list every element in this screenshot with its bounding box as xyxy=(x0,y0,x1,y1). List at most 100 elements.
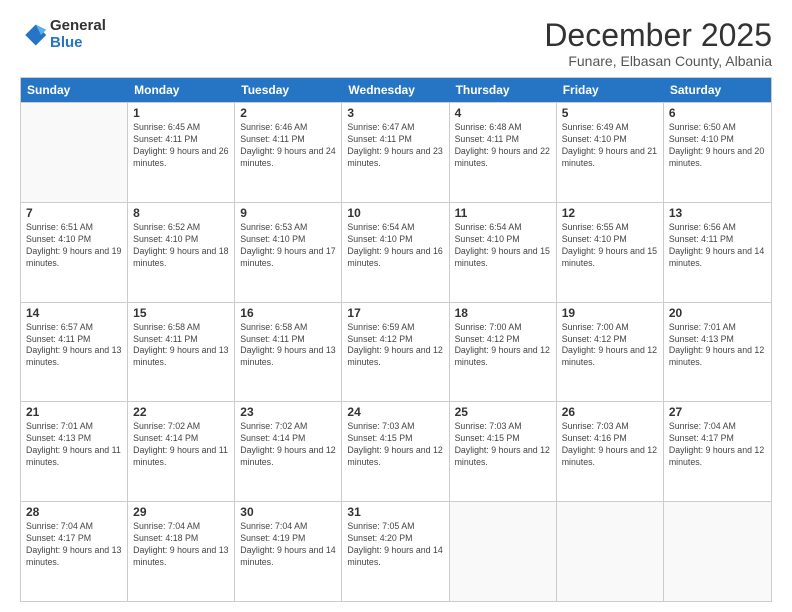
cal-cell-3-1: 22 Sunrise: 7:02 AM Sunset: 4:14 PM Dayli… xyxy=(128,402,235,501)
header-wednesday: Wednesday xyxy=(342,78,449,102)
day-info: Sunrise: 6:55 AM Sunset: 4:10 PM Dayligh… xyxy=(562,222,658,270)
week-row-1: 1Sunrise: 6:45 AM Sunset: 4:11 PM Daylig… xyxy=(21,102,771,202)
cal-cell-3-0: 21 Sunrise: 7:01 AM Sunset: 4:13 PM Dayli… xyxy=(21,402,128,501)
day-number: 27 xyxy=(669,405,766,419)
cal-cell-0-4: 4 Sunrise: 6:48 AM Sunset: 4:11 PM Daylig… xyxy=(450,103,557,202)
day-info: Sunrise: 6:51 AM Sunset: 4:10 PM Dayligh… xyxy=(26,222,122,270)
day-info: Sunrise: 7:04 AM Sunset: 4:18 PM Dayligh… xyxy=(133,521,229,569)
day-info: Sunrise: 7:05 AM Sunset: 4:20 PM Dayligh… xyxy=(347,521,443,569)
cal-cell-2-2: 16Sunrise: 6:58 AM Sunset: 4:11 PM Dayli… xyxy=(235,303,342,402)
cal-cell-0-0 xyxy=(21,103,128,202)
week-row-4: 21 Sunrise: 7:01 AM Sunset: 4:13 PM Dayli… xyxy=(21,401,771,501)
logo-blue-label: Blue xyxy=(50,35,106,52)
day-info: Sunrise: 7:03 AM Sunset: 4:16 PM Dayligh… xyxy=(562,421,658,469)
day-number: 14 xyxy=(26,306,122,320)
day-info: Sunrise: 6:48 AM Sunset: 4:11 PM Dayligh… xyxy=(455,122,551,170)
day-number: 12 xyxy=(562,206,658,220)
calendar-body: 1Sunrise: 6:45 AM Sunset: 4:11 PM Daylig… xyxy=(21,102,771,601)
day-info: Sunrise: 7:04 AM Sunset: 4:17 PM Dayligh… xyxy=(26,521,122,569)
cal-cell-4-4 xyxy=(450,502,557,601)
header: General Blue December 2025 Funare, Elbas… xyxy=(20,18,772,69)
day-number: 30 xyxy=(240,505,336,519)
day-number: 17 xyxy=(347,306,443,320)
day-number: 9 xyxy=(240,206,336,220)
week-row-5: 28 Sunrise: 7:04 AM Sunset: 4:17 PM Dayli… xyxy=(21,501,771,601)
subtitle: Funare, Elbasan County, Albania xyxy=(544,53,772,69)
day-number: 25 xyxy=(455,405,551,419)
header-thursday: Thursday xyxy=(450,78,557,102)
logo-text: General Blue xyxy=(50,18,106,51)
day-number: 23 xyxy=(240,405,336,419)
day-info: Sunrise: 6:58 AM Sunset: 4:11 PM Dayligh… xyxy=(133,322,229,370)
cal-cell-0-5: 5 Sunrise: 6:49 AM Sunset: 4:10 PM Daylig… xyxy=(557,103,664,202)
day-info: Sunrise: 6:50 AM Sunset: 4:10 PM Dayligh… xyxy=(669,122,766,170)
day-info: Sunrise: 6:54 AM Sunset: 4:10 PM Dayligh… xyxy=(455,222,551,270)
day-info: Sunrise: 7:04 AM Sunset: 4:19 PM Dayligh… xyxy=(240,521,336,569)
day-info: Sunrise: 6:49 AM Sunset: 4:10 PM Dayligh… xyxy=(562,122,658,170)
cal-cell-2-0: 14 Sunrise: 6:57 AM Sunset: 4:11 PM Dayli… xyxy=(21,303,128,402)
cal-cell-2-3: 17 Sunrise: 6:59 AM Sunset: 4:12 PM Dayli… xyxy=(342,303,449,402)
day-info: Sunrise: 7:01 AM Sunset: 4:13 PM Dayligh… xyxy=(26,421,122,469)
day-info: Sunrise: 7:01 AM Sunset: 4:13 PM Dayligh… xyxy=(669,322,766,370)
cal-cell-1-6: 13 Sunrise: 6:56 AM Sunset: 4:11 PM Dayli… xyxy=(664,203,771,302)
day-number: 16 xyxy=(240,306,336,320)
day-number: 2 xyxy=(240,106,336,120)
day-number: 31 xyxy=(347,505,443,519)
day-number: 26 xyxy=(562,405,658,419)
day-info: Sunrise: 6:57 AM Sunset: 4:11 PM Dayligh… xyxy=(26,322,122,370)
day-number: 29 xyxy=(133,505,229,519)
logo: General Blue xyxy=(20,18,106,51)
logo-general-label: General xyxy=(50,18,106,35)
day-info: Sunrise: 6:45 AM Sunset: 4:11 PM Dayligh… xyxy=(133,122,229,170)
day-number: 3 xyxy=(347,106,443,120)
header-friday: Friday xyxy=(557,78,664,102)
logo-icon xyxy=(20,21,48,49)
day-info: Sunrise: 7:04 AM Sunset: 4:17 PM Dayligh… xyxy=(669,421,766,469)
day-number: 21 xyxy=(26,405,122,419)
day-number: 8 xyxy=(133,206,229,220)
day-number: 5 xyxy=(562,106,658,120)
title-block: December 2025 Funare, Elbasan County, Al… xyxy=(544,18,772,69)
cal-cell-2-6: 20Sunrise: 7:01 AM Sunset: 4:13 PM Dayli… xyxy=(664,303,771,402)
cal-cell-4-6 xyxy=(664,502,771,601)
cal-cell-0-2: 2 Sunrise: 6:46 AM Sunset: 4:11 PM Daylig… xyxy=(235,103,342,202)
cal-cell-3-4: 25 Sunrise: 7:03 AM Sunset: 4:15 PM Dayli… xyxy=(450,402,557,501)
cal-cell-1-5: 12 Sunrise: 6:55 AM Sunset: 4:10 PM Dayli… xyxy=(557,203,664,302)
header-sunday: Sunday xyxy=(21,78,128,102)
day-number: 24 xyxy=(347,405,443,419)
day-info: Sunrise: 6:59 AM Sunset: 4:12 PM Dayligh… xyxy=(347,322,443,370)
day-number: 28 xyxy=(26,505,122,519)
day-info: Sunrise: 7:02 AM Sunset: 4:14 PM Dayligh… xyxy=(133,421,229,469)
month-title: December 2025 xyxy=(544,18,772,53)
day-number: 4 xyxy=(455,106,551,120)
cal-cell-2-4: 18Sunrise: 7:00 AM Sunset: 4:12 PM Dayli… xyxy=(450,303,557,402)
day-info: Sunrise: 6:56 AM Sunset: 4:11 PM Dayligh… xyxy=(669,222,766,270)
page: General Blue December 2025 Funare, Elbas… xyxy=(0,0,792,612)
day-number: 19 xyxy=(562,306,658,320)
day-number: 7 xyxy=(26,206,122,220)
cal-cell-1-3: 10Sunrise: 6:54 AM Sunset: 4:10 PM Dayli… xyxy=(342,203,449,302)
day-info: Sunrise: 7:03 AM Sunset: 4:15 PM Dayligh… xyxy=(347,421,443,469)
day-number: 13 xyxy=(669,206,766,220)
cal-cell-3-3: 24 Sunrise: 7:03 AM Sunset: 4:15 PM Dayli… xyxy=(342,402,449,501)
day-info: Sunrise: 7:00 AM Sunset: 4:12 PM Dayligh… xyxy=(562,322,658,370)
cal-cell-3-5: 26 Sunrise: 7:03 AM Sunset: 4:16 PM Dayli… xyxy=(557,402,664,501)
week-row-2: 7 Sunrise: 6:51 AM Sunset: 4:10 PM Daylig… xyxy=(21,202,771,302)
cal-cell-4-0: 28 Sunrise: 7:04 AM Sunset: 4:17 PM Dayli… xyxy=(21,502,128,601)
day-number: 22 xyxy=(133,405,229,419)
cal-cell-2-5: 19 Sunrise: 7:00 AM Sunset: 4:12 PM Dayli… xyxy=(557,303,664,402)
header-monday: Monday xyxy=(128,78,235,102)
cal-cell-1-0: 7 Sunrise: 6:51 AM Sunset: 4:10 PM Daylig… xyxy=(21,203,128,302)
cal-cell-1-4: 11Sunrise: 6:54 AM Sunset: 4:10 PM Dayli… xyxy=(450,203,557,302)
cal-cell-4-5 xyxy=(557,502,664,601)
day-info: Sunrise: 6:53 AM Sunset: 4:10 PM Dayligh… xyxy=(240,222,336,270)
cal-cell-4-1: 29 Sunrise: 7:04 AM Sunset: 4:18 PM Dayli… xyxy=(128,502,235,601)
day-info: Sunrise: 6:47 AM Sunset: 4:11 PM Dayligh… xyxy=(347,122,443,170)
day-number: 15 xyxy=(133,306,229,320)
day-info: Sunrise: 6:46 AM Sunset: 4:11 PM Dayligh… xyxy=(240,122,336,170)
day-info: Sunrise: 6:54 AM Sunset: 4:10 PM Dayligh… xyxy=(347,222,443,270)
day-info: Sunrise: 7:03 AM Sunset: 4:15 PM Dayligh… xyxy=(455,421,551,469)
cal-cell-0-1: 1Sunrise: 6:45 AM Sunset: 4:11 PM Daylig… xyxy=(128,103,235,202)
cal-cell-4-3: 31 Sunrise: 7:05 AM Sunset: 4:20 PM Dayli… xyxy=(342,502,449,601)
cal-cell-0-6: 6Sunrise: 6:50 AM Sunset: 4:10 PM Daylig… xyxy=(664,103,771,202)
